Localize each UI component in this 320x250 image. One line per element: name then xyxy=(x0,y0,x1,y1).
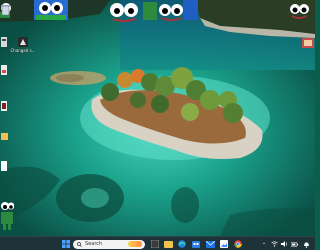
bell-icon xyxy=(303,241,309,248)
app-icon xyxy=(0,65,7,75)
wifi-icon xyxy=(270,241,278,247)
taskbar-app-store[interactable] xyxy=(191,239,201,249)
chrome-icon xyxy=(234,240,242,248)
taskbar: Search ^ xyxy=(0,236,315,250)
mail-icon xyxy=(205,240,215,248)
taskbar-app-edge[interactable] xyxy=(177,239,187,249)
search-placeholder: Search xyxy=(85,240,103,247)
recycle-bin-icon xyxy=(0,5,10,15)
frog-mascot-icon xyxy=(1,202,14,230)
desktop-wallpaper xyxy=(0,0,315,236)
desktop-icon-recycle-bin[interactable] xyxy=(0,4,10,15)
windows-logo-icon xyxy=(62,240,70,248)
taskbar-search[interactable]: Search xyxy=(73,239,145,249)
tray-notifications[interactable] xyxy=(301,239,311,249)
taskbar-app-widgets[interactable] xyxy=(150,239,160,249)
battery-icon xyxy=(290,241,298,247)
tray-battery[interactable] xyxy=(290,239,298,249)
desktop-icon-app-3[interactable] xyxy=(0,100,8,112)
app-icon xyxy=(0,37,7,47)
bing-highlight-icon xyxy=(128,241,142,247)
start-button[interactable] xyxy=(61,239,71,249)
document-icon xyxy=(0,161,7,171)
desktop-icon-changed[interactable]: Changed s... xyxy=(8,36,38,53)
taskbar-app-mail[interactable] xyxy=(205,239,215,249)
tray-volume[interactable] xyxy=(280,239,288,249)
app-icon xyxy=(302,38,314,48)
widgets-icon xyxy=(151,240,159,248)
taskbar-app-photos[interactable] xyxy=(219,239,229,249)
sticker-frog-1 xyxy=(34,0,68,20)
desktop-icon-label: Changed s... xyxy=(10,48,36,53)
desktop-icon-app-1[interactable] xyxy=(0,36,8,48)
chevron-up-icon: ^ xyxy=(262,241,266,247)
sticker-frog-3 xyxy=(143,0,198,22)
desktop-icon-right-1[interactable] xyxy=(302,38,314,48)
app-icon xyxy=(0,101,7,111)
sticker-frog-2 xyxy=(105,0,141,22)
desktop-icon-app-2[interactable] xyxy=(0,64,8,76)
folder-icon xyxy=(0,133,8,140)
volume-icon xyxy=(280,241,287,247)
search-icon xyxy=(77,241,82,247)
desktop-icon-folder[interactable] xyxy=(0,132,8,141)
edge-icon xyxy=(178,240,186,248)
shortcut-icon xyxy=(18,37,28,47)
taskbar-app-chrome[interactable] xyxy=(233,239,243,249)
desktop-icon-doc[interactable] xyxy=(0,160,8,172)
desktop-icon-frog-mascot[interactable] xyxy=(0,200,14,232)
sticker-frog-top-right xyxy=(288,0,310,20)
store-icon xyxy=(192,241,200,248)
tray-network[interactable] xyxy=(270,239,278,249)
show-hidden-icons-button[interactable]: ^ xyxy=(260,239,268,249)
taskbar-app-file-explorer[interactable] xyxy=(163,239,173,249)
photos-icon xyxy=(220,240,228,248)
folder-icon xyxy=(163,240,173,248)
